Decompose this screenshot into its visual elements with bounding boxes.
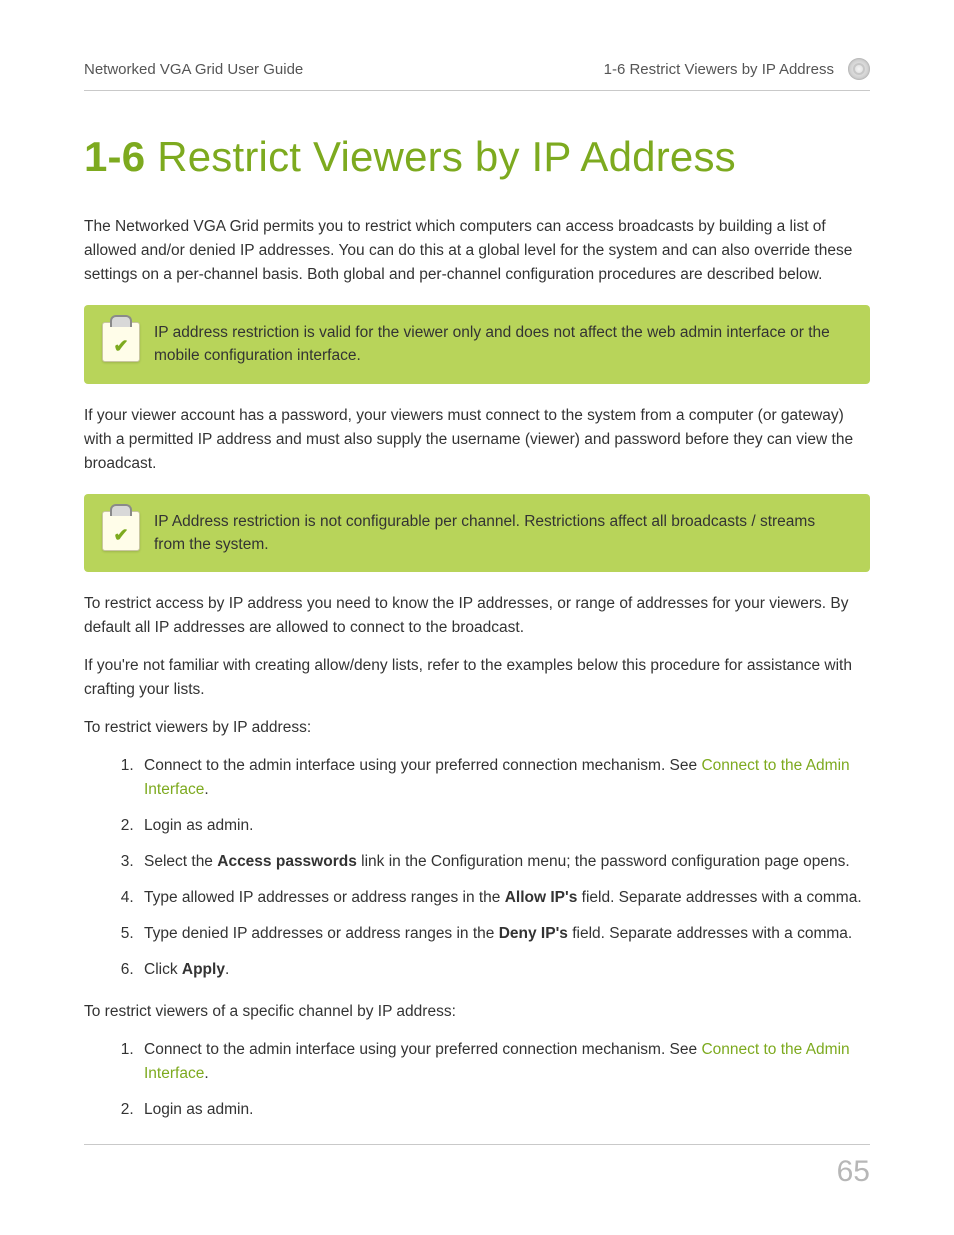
section-number: 1-6 xyxy=(84,133,145,180)
header-right: 1-6 Restrict Viewers by IP Address xyxy=(604,61,834,78)
list-item: Type allowed IP addresses or address ran… xyxy=(138,886,870,910)
list-lead: To restrict viewers of a specific channe… xyxy=(84,1000,870,1024)
list-item: Select the Access passwords link in the … xyxy=(138,850,870,874)
body-paragraph: If your viewer account has a password, y… xyxy=(84,404,870,476)
target-icon xyxy=(848,58,870,80)
page-number: 65 xyxy=(837,1155,870,1188)
note-text: IP Address restriction is not configurab… xyxy=(154,510,846,557)
list-item: Login as admin. xyxy=(138,1098,870,1122)
list-item: Click Apply. xyxy=(138,958,870,982)
header-left: Networked VGA Grid User Guide xyxy=(84,61,303,78)
procedure-list: Connect to the admin interface using you… xyxy=(84,1038,870,1122)
page-footer: 65 xyxy=(84,1144,870,1189)
note-box: IP address restriction is valid for the … xyxy=(84,305,870,384)
list-lead: To restrict viewers by IP address: xyxy=(84,716,870,740)
page-title: 1-6 Restrict Viewers by IP Address xyxy=(84,133,870,181)
clipboard-check-icon xyxy=(102,322,140,362)
intro-paragraph: The Networked VGA Grid permits you to re… xyxy=(84,215,870,287)
note-text: IP address restriction is valid for the … xyxy=(154,321,846,368)
body-paragraph: To restrict access by IP address you nee… xyxy=(84,592,870,640)
clipboard-check-icon xyxy=(102,511,140,551)
section-title: Restrict Viewers by IP Address xyxy=(157,133,736,180)
list-item: Type denied IP addresses or address rang… xyxy=(138,922,870,946)
body-paragraph: If you're not familiar with creating all… xyxy=(84,654,870,702)
procedure-list: Connect to the admin interface using you… xyxy=(84,754,870,982)
page-header: Networked VGA Grid User Guide 1-6 Restri… xyxy=(84,58,870,91)
list-item: Connect to the admin interface using you… xyxy=(138,754,870,802)
list-item: Login as admin. xyxy=(138,814,870,838)
note-box: IP Address restriction is not configurab… xyxy=(84,494,870,573)
list-item: Connect to the admin interface using you… xyxy=(138,1038,870,1086)
